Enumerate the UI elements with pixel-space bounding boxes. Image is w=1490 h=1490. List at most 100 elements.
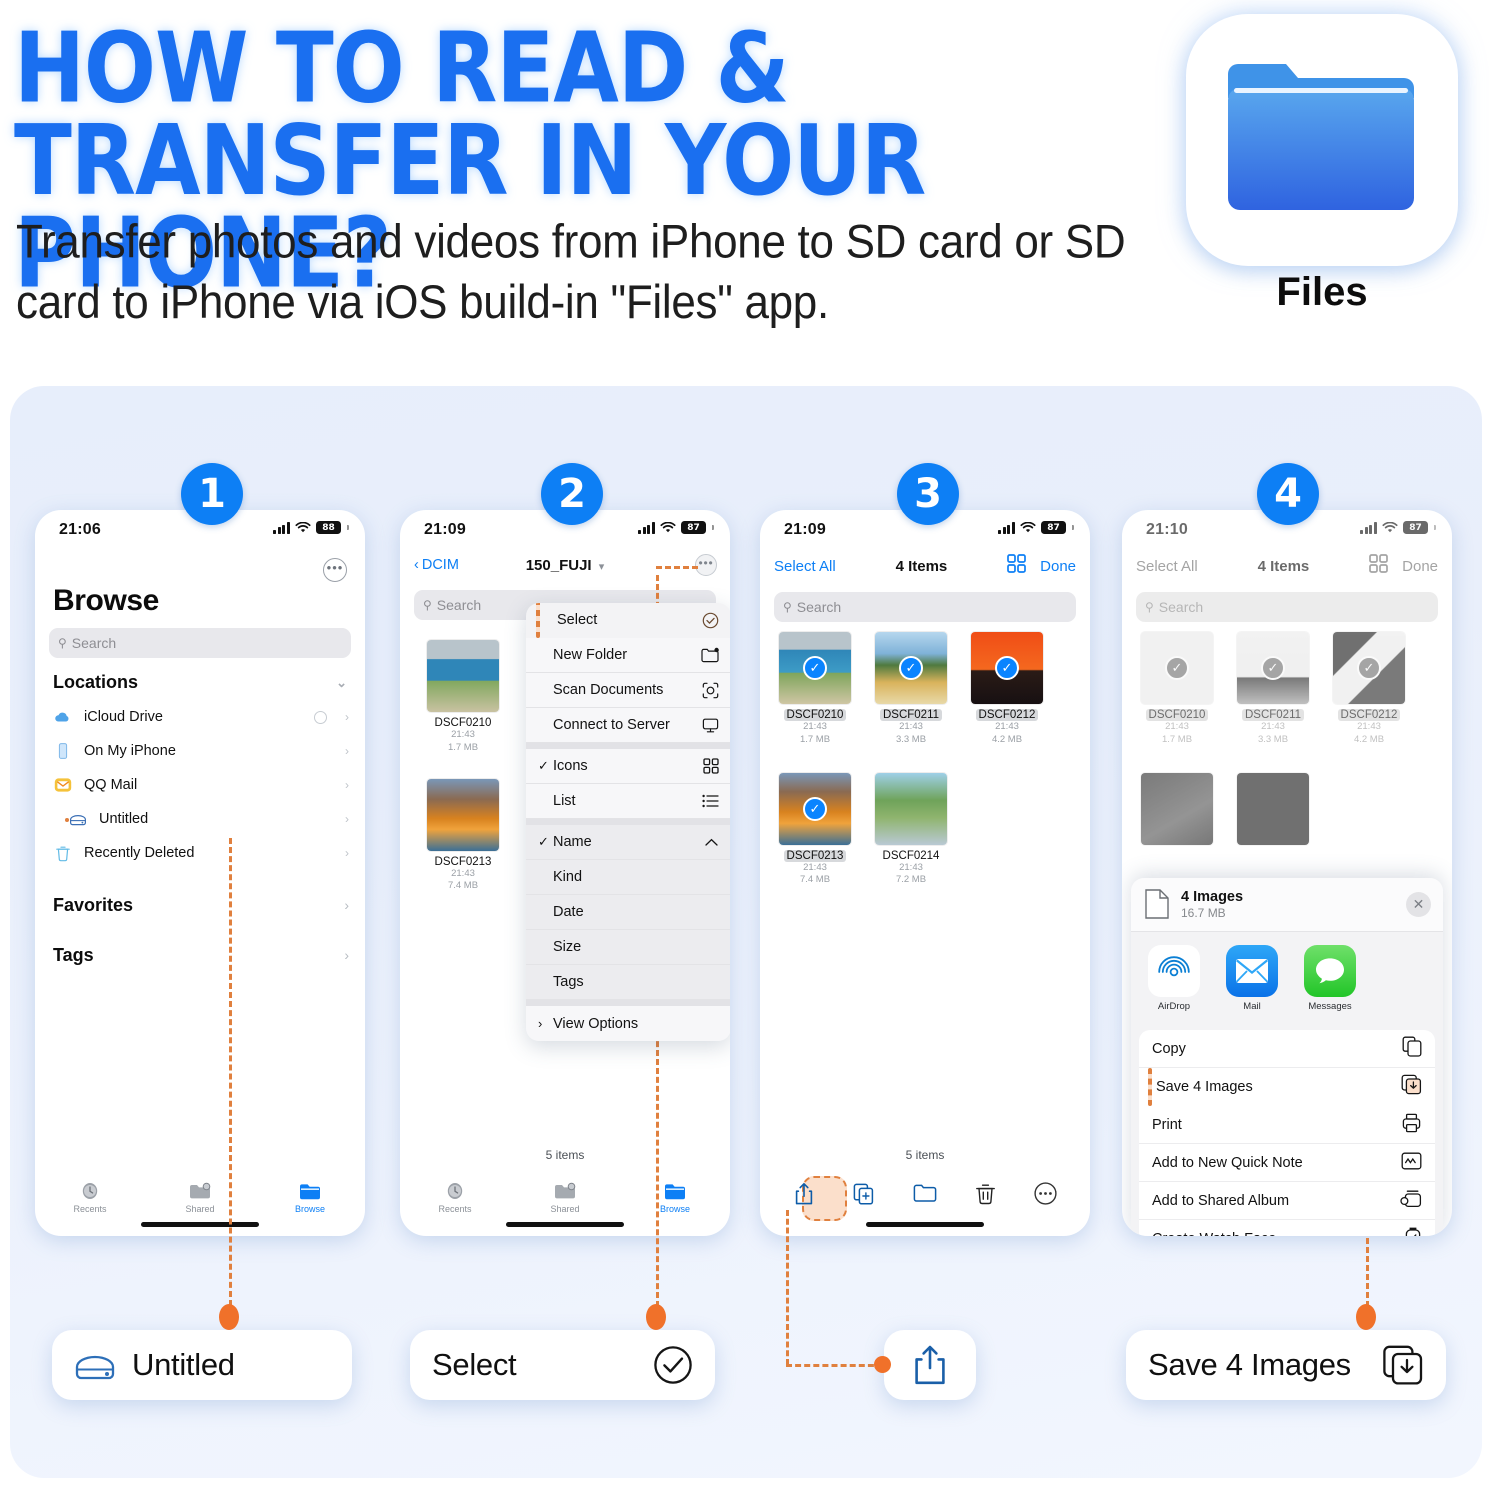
page-header: HOW TO READ & TRANSFER IN YOUR PHONE? Tr… [0,0,1490,370]
file-cell-4-2[interactable]: ✓ DSCF0212 21:43 4.2 MB [1328,632,1410,747]
item-count-2: 5 items [545,1148,585,1162]
selected-count-4: 4 Items [1257,557,1310,575]
file-cell-3-3[interactable]: ✓ DSCF0213 21:43 7.4 MB [774,772,856,888]
menu-item-connect-to-server[interactable]: Connect to Server [526,708,730,743]
chevron-right-icon-tags: › [344,947,349,963]
menu-item-tags[interactable]: Tags [526,965,730,1000]
tab-recents-2[interactable]: Recents [400,1180,510,1214]
nav-bar-2: ‹ DCIM 150_FUJI ▾ ••• [400,550,730,580]
done-button-4[interactable]: Done [1402,558,1438,575]
sidebar-item-icloud-drive[interactable]: iCloud Drive › [35,700,365,734]
more-button-3[interactable] [1034,1182,1057,1210]
files-app-squircle [1186,14,1458,266]
menu-item-size[interactable]: Size [526,930,730,965]
sidebar-item-qq-mail[interactable]: QQ Mail › [35,768,365,802]
share-button-3[interactable] [793,1175,847,1221]
grid-icon [703,758,719,774]
menu-item-scan-documents[interactable]: Scan Documents [526,673,730,708]
action-create-watch-face[interactable]: Create Watch Face [1139,1220,1435,1236]
files-app-label: Files [1276,270,1368,314]
select-all-button-4[interactable]: Select All [1136,558,1198,575]
file-name-4-0: DSCF0210 [1136,709,1218,721]
menu-item-icons[interactable]: ✓ Icons [526,749,730,784]
file-size-3-3: 7.4 MB [799,874,831,886]
sidebar-item-untitled[interactable]: Untitled › [35,802,365,836]
tab-shared-2[interactable]: Shared [510,1180,620,1214]
battery-level-2: 87 [681,521,706,534]
share-target-messages[interactable]: Messages [1303,945,1357,1012]
file-cell-4-0[interactable]: ✓ DSCF0210 21:43 1.7 MB [1136,632,1218,747]
sidebar-item-recently-deleted[interactable]: Recently Deleted › [35,836,365,870]
tab-shared-1[interactable]: Shared [145,1180,255,1214]
file-cell-4-4[interactable] [1232,772,1314,845]
search-input-1[interactable]: ⚲ Search [49,628,351,658]
action-copy[interactable]: Copy [1139,1030,1435,1069]
quick-note-icon [1401,1152,1422,1174]
search-input-4[interactable]: ⚲ Search [1136,592,1438,622]
file-thumbnail-4-3 [1141,772,1213,845]
folder-icon-1 [300,1184,320,1200]
search-input-3[interactable]: ⚲ Search [774,592,1076,622]
clock-icon-1 [82,1183,98,1199]
battery-level-1: 88 [316,521,341,534]
sidebar-item-on-my-iphone[interactable]: On My iPhone › [35,734,365,768]
callout-save-images: Save 4 Images [1126,1330,1446,1400]
grid-view-toggle-4[interactable] [1369,554,1388,578]
browse-title: Browse [53,584,159,617]
step-badge-4: 4 [1257,463,1319,525]
action-add-shared-album[interactable]: Add to Shared Album [1139,1182,1435,1221]
done-button-3[interactable]: Done [1040,558,1076,575]
delete-button-3[interactable] [975,1182,996,1210]
action-save-images[interactable]: Save 4 Images [1139,1067,1435,1106]
sidebar-item-tags[interactable]: Tags › [35,934,365,976]
action-add-quick-note[interactable]: Add to New Quick Note [1139,1144,1435,1183]
share-target-mail[interactable]: Mail [1225,945,1279,1012]
locations-section-header[interactable]: Locations ⌄ [35,658,365,700]
server-icon [702,717,719,734]
action-print[interactable]: Print [1139,1106,1435,1145]
file-time-3-2: 21:43 [995,721,1019,732]
share-target-messages-label: Messages [1308,1001,1352,1013]
tab-recents-1[interactable]: Recents [35,1180,145,1214]
checkmark-3-2: ✓ [995,656,1019,680]
share-target-airdrop[interactable]: AirDrop [1147,945,1201,1012]
duplicate-button-3[interactable] [853,1183,875,1210]
context-menu-2: Select New Folder Scan Documents Connect… [526,603,730,1041]
chevron-down-icon-2[interactable]: ▾ [599,561,605,573]
step-badge-1-number: 1 [198,471,226,517]
menu-item-select-label: Select [557,612,598,628]
chevron-down-icon-1[interactable]: ⌄ [336,675,347,691]
grid-view-toggle-3[interactable] [1007,554,1026,578]
file-cell-3-0[interactable]: ✓ DSCF0210 21:43 1.7 MB [774,632,856,747]
menu-item-view-options[interactable]: › View Options [526,1006,730,1041]
menu-item-list[interactable]: List [526,784,730,819]
more-options-icon-2[interactable]: ••• [695,554,717,576]
sidebar-item-favorites[interactable]: Favorites › [35,884,365,926]
menu-item-name[interactable]: ✓ Name [526,825,730,860]
drive-icon-callout [75,1355,115,1380]
menu-item-new-folder[interactable]: New Folder [526,638,730,673]
tab-recents-1-label: Recents [73,1204,107,1214]
file-cell-3-4[interactable]: DSCF0214 21:43 7.2 MB [870,772,952,888]
file-cell-3-1[interactable]: ✓ DSCF0211 21:43 3.3 MB [870,632,952,747]
select-all-button-3[interactable]: Select All [774,558,836,575]
close-icon[interactable]: ✕ [1406,891,1431,917]
back-button-dcim[interactable]: ‹ DCIM [414,557,459,573]
more-options-icon-1[interactable]: ••• [323,558,347,582]
page-subtitle: Transfer photos and videos from iPhone t… [16,215,1126,329]
menu-item-kind[interactable]: Kind [526,860,730,895]
file-cell-2-0[interactable]: DSCF0210 21:43 1.7 MB [422,640,504,755]
file-cell-4-1[interactable]: ✓ DSCF0211 21:43 3.3 MB [1232,632,1314,747]
file-cell-3-2[interactable]: ✓ DSCF0212 21:43 4.2 MB [966,632,1048,747]
move-folder-button-3[interactable] [913,1183,937,1209]
file-cell-4-3[interactable] [1136,772,1218,845]
action-copy-label: Copy [1152,1040,1186,1057]
iphone-icon [58,743,68,759]
tab-browse-2[interactable]: Browse [620,1180,730,1214]
connector-dot-4 [1356,1304,1376,1330]
tab-browse-1[interactable]: Browse [255,1180,365,1214]
menu-item-select[interactable]: Select [526,603,730,638]
save-icon-callout [1383,1345,1423,1385]
file-cell-2-1[interactable]: DSCF0213 21:43 7.4 MB [422,778,504,894]
menu-item-date[interactable]: Date [526,895,730,930]
